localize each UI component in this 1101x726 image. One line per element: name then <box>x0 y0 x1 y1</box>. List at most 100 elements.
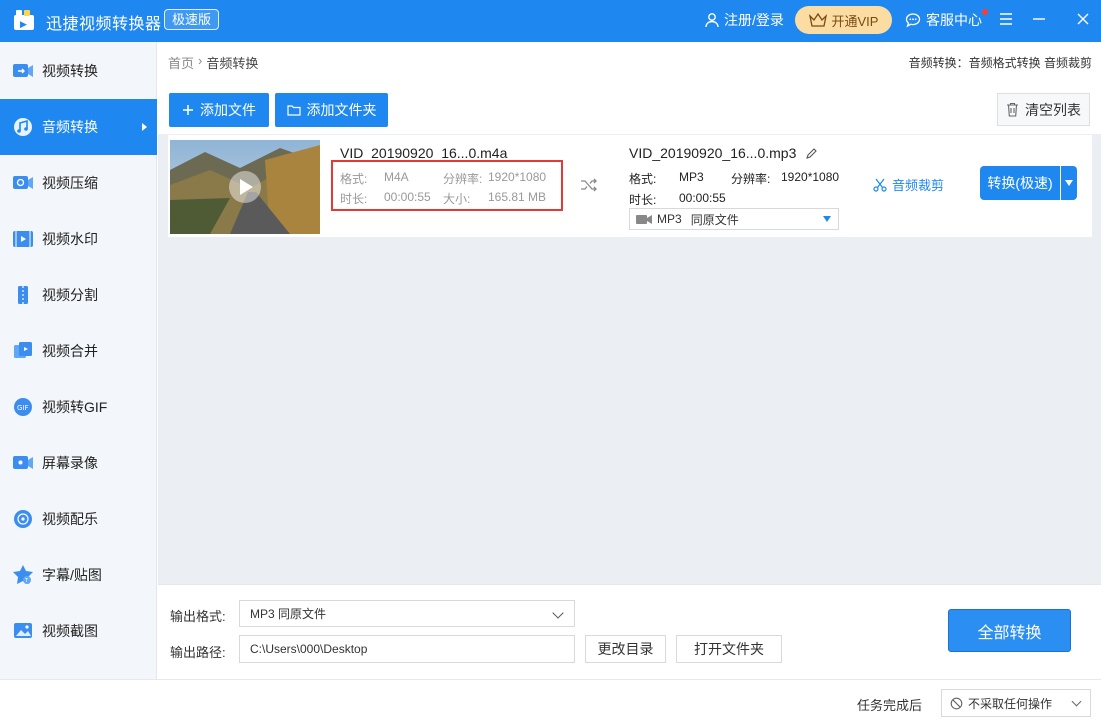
crown-icon <box>808 13 827 27</box>
video-thumbnail[interactable] <box>170 140 320 234</box>
source-file-name: VID_20190920_16...0.m4a <box>340 145 508 161</box>
breadcrumb-separator: › <box>198 53 203 68</box>
sidebar-item-audio-convert[interactable]: 音频转换 <box>0 99 157 155</box>
clear-list-label: 清空列表 <box>1025 101 1081 118</box>
target-format-label: 格式: <box>629 172 657 186</box>
output-format-label: 输出格式: <box>170 609 226 624</box>
screen-record-icon <box>13 456 33 469</box>
breadcrumb-home[interactable]: 首页 <box>168 53 194 72</box>
after-task-select[interactable]: 不采取任何操作 <box>941 689 1091 717</box>
sidebar-item-label: 视频压缩 <box>42 175 98 191</box>
video-convert-icon <box>13 64 33 77</box>
login-button[interactable]: 注册/登录 <box>704 10 784 30</box>
sidebar-item-video-merge[interactable]: 视频合并 <box>0 323 157 379</box>
subtitle-sticker-icon: T <box>13 565 33 584</box>
target-format-select[interactable]: MP3 同原文件 <box>629 208 839 230</box>
sidebar-item-label: 视频配乐 <box>42 511 98 527</box>
audio-convert-icon <box>14 118 32 136</box>
output-path-field[interactable] <box>239 635 575 663</box>
sidebar-item-label: 视频水印 <box>42 231 98 247</box>
add-folder-button[interactable]: 添加文件夹 <box>275 93 388 127</box>
format-select-value: MP3 <box>657 212 682 226</box>
sidebar-item-label: 视频截图 <box>42 623 98 639</box>
target-resolution-label: 分辨率: <box>731 172 771 186</box>
sidebar-item-label: 音频转换 <box>42 119 98 135</box>
open-folder-button[interactable]: 打开文件夹 <box>676 635 782 663</box>
gif-icon: GIF <box>14 398 32 416</box>
video-compress-icon <box>13 176 33 189</box>
sidebar-item-label: 屏幕录像 <box>42 455 98 471</box>
folder-icon <box>286 105 301 116</box>
shuffle-icon <box>581 178 597 192</box>
no-action-icon <box>950 697 963 709</box>
output-path-label: 输出路径: <box>170 645 226 660</box>
vip-button[interactable]: 开通VIP <box>795 6 892 34</box>
user-icon <box>705 13 719 28</box>
clear-list-button[interactable]: 清空列表 <box>997 93 1090 126</box>
sidebar-item-video-compress[interactable]: 视频压缩 <box>0 155 157 211</box>
add-file-button[interactable]: 添加文件 <box>169 93 269 127</box>
chevron-down-icon <box>552 607 564 619</box>
target-format-value: MP3 <box>679 170 704 184</box>
trash-icon <box>1007 102 1018 117</box>
svg-text:GIF: GIF <box>17 404 29 412</box>
quality-select-value: 同原文件 <box>690 212 739 227</box>
video-watermark-icon <box>13 231 33 247</box>
sidebar-item-label: 视频分割 <box>42 287 98 303</box>
title-bar: ▶ 迅捷视频转换器 极速版 注册/登录 开通VIP 客服中心 <box>0 0 1101 42</box>
sidebar-item-label: 视频转GIF <box>42 399 108 415</box>
target-duration-value: 00:00:55 <box>679 191 726 205</box>
status-bar <box>0 679 1101 726</box>
dropdown-caret-icon <box>823 216 831 222</box>
pencil-icon[interactable] <box>805 147 817 160</box>
feature-links[interactable]: 音频转换：音频格式转换 音频裁剪 <box>909 54 1092 71</box>
sidebar-item-screen-record[interactable]: 屏幕录像 <box>0 435 157 491</box>
convert-all-button[interactable]: 全部转换 <box>948 609 1071 652</box>
svg-text:▶: ▶ <box>20 20 27 30</box>
after-task-value: 不采取任何操作 <box>968 696 1053 711</box>
minimize-icon[interactable] <box>1031 11 1047 27</box>
menu-icon[interactable] <box>998 11 1014 27</box>
convert-dropdown-button[interactable] <box>1061 166 1077 200</box>
output-format-value: MP3 同原文件 <box>250 607 327 621</box>
sidebar: 视频转换 音频转换 视频压缩 视频水印 视频分割 视频合并 GIF 视频转GIF… <box>0 42 157 726</box>
customer-service-button[interactable]: 客服中心 <box>905 10 982 30</box>
sidebar-item-video-watermark[interactable]: 视频水印 <box>0 211 157 267</box>
after-task-label: 任务完成后 <box>857 698 923 713</box>
audio-cut-label: 音频裁剪 <box>892 178 945 193</box>
sidebar-item-video-gif[interactable]: GIF 视频转GIF <box>0 379 157 435</box>
thumbnail-image <box>170 140 320 234</box>
breadcrumb-current: 音频转换 <box>206 56 259 71</box>
video-split-icon <box>18 286 28 304</box>
chevron-right-icon <box>142 123 147 131</box>
plus-icon <box>183 105 193 115</box>
vip-label: 开通VIP <box>831 13 879 29</box>
sidebar-item-label: 视频转换 <box>42 63 98 79</box>
app-logo-icon: ▶ <box>14 10 34 30</box>
breadcrumb: 首页 › 音频转换 <box>168 53 258 72</box>
convert-button[interactable]: 转换(极速) <box>980 166 1060 200</box>
sidebar-item-video-music[interactable]: 视频配乐 <box>0 491 157 547</box>
audio-cut-button[interactable]: 音频裁剪 <box>873 175 944 194</box>
change-directory-button[interactable]: 更改目录 <box>585 635 666 663</box>
target-file-name: VID_20190920_16...0.mp3 <box>629 145 797 161</box>
sidebar-item-subtitle-sticker[interactable]: T 字幕/贴图 <box>0 547 157 603</box>
sidebar-item-label: 字幕/贴图 <box>42 567 102 583</box>
edition-badge: 极速版 <box>164 9 220 30</box>
sidebar-item-video-split[interactable]: 视频分割 <box>0 267 157 323</box>
chevron-down-icon <box>1071 696 1082 707</box>
close-icon[interactable] <box>1075 11 1091 27</box>
music-icon <box>14 510 32 528</box>
target-resolution-value: 1920*1080 <box>781 170 840 184</box>
add-file-label: 添加文件 <box>200 102 256 118</box>
output-format-select[interactable]: MP3 同原文件 <box>239 600 575 627</box>
sidebar-item-video-convert[interactable]: 视频转换 <box>0 43 157 99</box>
target-duration-label: 时长: <box>629 193 657 207</box>
video-file-icon <box>636 214 652 224</box>
highlight-box <box>331 160 563 211</box>
screenshot-icon <box>14 623 32 638</box>
add-folder-label: 添加文件夹 <box>306 102 377 118</box>
video-merge-icon <box>14 342 32 358</box>
notification-dot <box>982 9 988 15</box>
sidebar-item-video-screenshot[interactable]: 视频截图 <box>0 603 157 659</box>
